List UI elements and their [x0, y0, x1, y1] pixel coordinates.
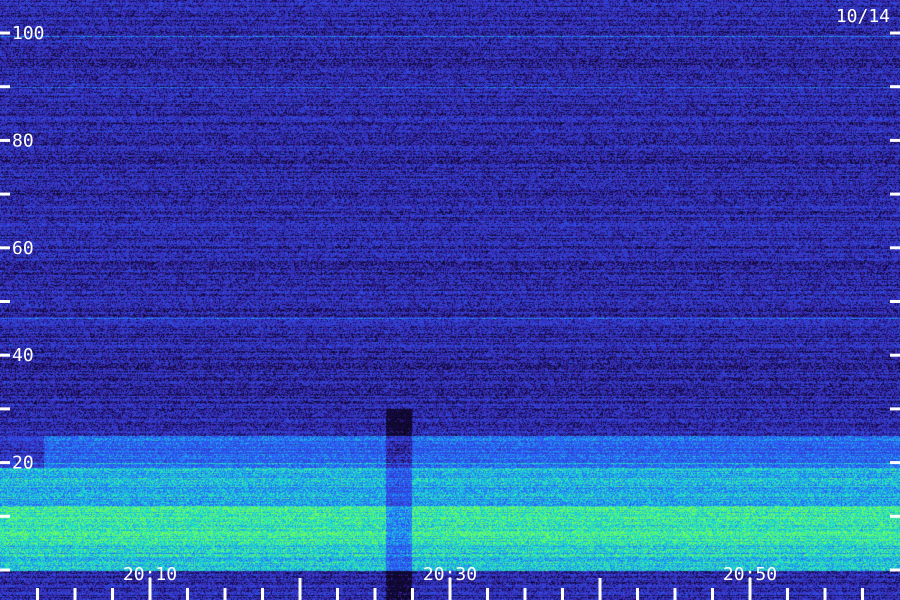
y-axis-ticks: 100 80 60 40 20 [0, 23, 900, 572]
spectrogram-axes: 100 80 60 40 20 20:10 20:30 20:50 [0, 23, 900, 600]
x-axis-ticks: 20:10 20:30 20:50 [36, 564, 864, 600]
y-tick-label: 40 [12, 345, 34, 366]
y-tick-label: 60 [12, 238, 34, 259]
x-tick-label: 20:30 [423, 564, 477, 585]
y-tick-label: 20 [12, 453, 34, 474]
x-tick-label: 20:50 [723, 564, 777, 585]
y-tick-label: 80 [12, 130, 34, 151]
y-tick-label: 100 [12, 23, 45, 44]
date-label: 10/14 [835, 6, 890, 27]
x-tick-label: 20:10 [123, 564, 177, 585]
